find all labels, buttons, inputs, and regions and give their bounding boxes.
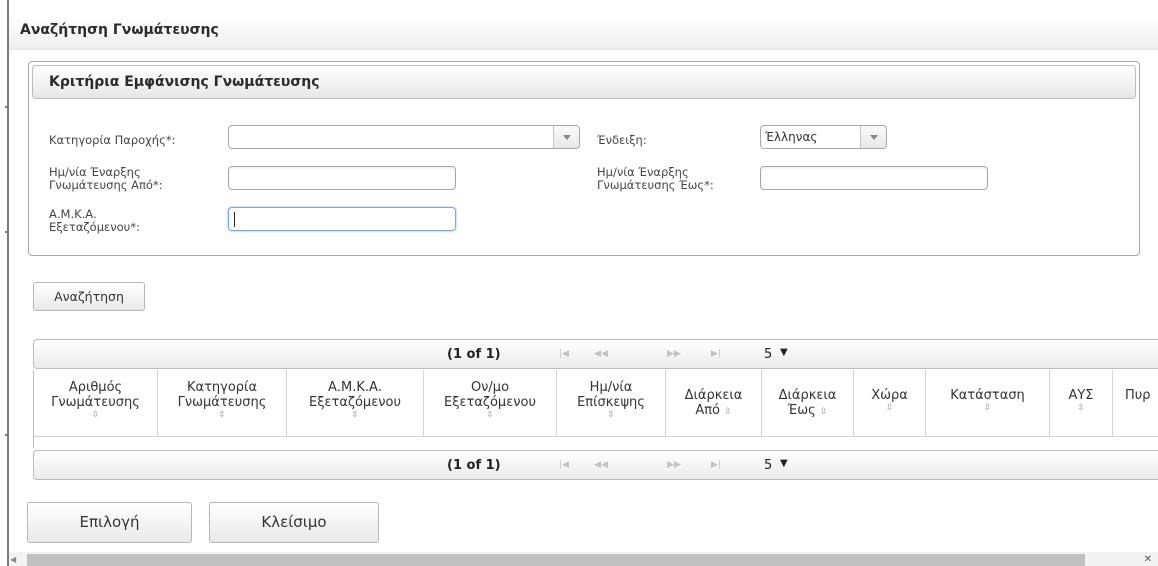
close-button[interactable]: Κλείσιμο <box>209 502 379 543</box>
sort-icon: ⇳ <box>819 407 828 417</box>
column-header-status[interactable]: Κατάσταση ⇳ <box>926 370 1050 436</box>
sort-icon: ⇳ <box>724 407 732 417</box>
scrollbar-thumb[interactable] <box>27 554 1085 566</box>
first-page-button[interactable]: |◀ <box>550 344 578 364</box>
column-header-ays[interactable]: ΑΥΣ ⇳ <box>1050 370 1113 436</box>
horizontal-scrollbar[interactable]: ◀ ✕ <box>9 552 1158 566</box>
column-header-pyr[interactable]: Πυρ <box>1113 370 1158 436</box>
dialog-title: Αναζήτηση Γνωμάτευσης <box>20 22 219 38</box>
table-empty-row <box>33 436 1158 448</box>
border-tick <box>5 231 9 233</box>
prev-page-button[interactable]: ◀◀ <box>587 344 615 364</box>
sort-icon: ⇳ <box>607 410 615 420</box>
sort-icon: ⇳ <box>91 410 100 420</box>
sort-icon: ⇳ <box>218 410 226 420</box>
amka-input[interactable] <box>228 207 456 231</box>
column-header-duration-from[interactable]: Διάρκεια Από ⇳ <box>666 370 762 436</box>
amka-label-line2: Εξεταζόμενου*: <box>49 220 140 234</box>
sort-icon: ⇳ <box>983 403 992 413</box>
criteria-legend-bar[interactable]: Κριτήρια Εμφάνισης Γνωμάτευσης <box>32 65 1136 99</box>
chevron-down-icon <box>870 135 878 140</box>
category-label: Κατηγορία Παροχής*: <box>49 133 176 147</box>
rows-per-page-dropdown-icon[interactable]: ▼ <box>780 347 788 358</box>
category-select[interactable] <box>228 125 580 149</box>
page-indicator: (1 of 1) <box>447 458 501 473</box>
text-cursor <box>234 212 235 227</box>
next-page-button[interactable]: ▶▶ <box>660 455 688 475</box>
dialog-header: Αναζήτηση Γνωμάτευσης <box>9 16 1158 50</box>
first-page-button[interactable]: |◀ <box>550 455 578 475</box>
page-indicator: (1 of 1) <box>447 347 501 362</box>
next-page-button[interactable]: ▶▶ <box>660 344 688 364</box>
column-header-visit-date[interactable]: Ημ/νία Επίσκεψης ⇳ <box>557 370 666 436</box>
sort-icon: ⇳ <box>1077 403 1085 413</box>
column-header-opinion-category[interactable]: Κατηγορία Γνωμάτευσης ⇳ <box>158 370 287 436</box>
select-button[interactable]: Επιλογή <box>27 502 192 543</box>
column-header-country[interactable]: Χώρα ⇳ <box>854 370 926 436</box>
date-to-label-line2: Γνωμάτευσης Έως*: <box>597 178 714 192</box>
indication-label: Ένδειξη: <box>597 133 647 147</box>
chevron-down-icon <box>563 135 571 140</box>
last-page-button[interactable]: ▶| <box>702 344 730 364</box>
resize-corner-icon[interactable]: ✕ <box>1144 554 1152 565</box>
last-page-button[interactable]: ▶| <box>702 455 730 475</box>
search-button[interactable]: Αναζήτηση <box>33 282 145 311</box>
search-criteria-panel: Κριτήρια Εμφάνισης Γνωμάτευσης Κατηγορία… <box>28 61 1140 256</box>
column-header-opinion-number[interactable]: Αριθμός Γνωμάτευσης ⇳ <box>34 370 158 436</box>
scroll-left-arrow-icon[interactable]: ◀ <box>10 555 16 564</box>
indication-select[interactable]: Έλληνας <box>760 125 887 149</box>
indication-select-value: Έλληνας <box>765 130 818 144</box>
criteria-legend-title: Κριτήρια Εμφάνισης Γνωμάτευσης <box>49 74 320 90</box>
date-from-label-line2: Γνωμάτευσης Από*: <box>49 178 163 192</box>
rows-per-page-value[interactable]: 5 <box>764 458 772 473</box>
sort-icon: ⇳ <box>351 410 359 420</box>
column-header-duration-to[interactable]: Διάρκεια Έως ⇳ <box>762 370 854 436</box>
rows-per-page-dropdown-icon[interactable]: ▼ <box>780 458 788 469</box>
column-header-patient-name[interactable]: Ον/μο Εξεταζόμενου ⇳ <box>424 370 557 436</box>
rows-per-page-value[interactable]: 5 <box>764 347 772 362</box>
date-from-input[interactable] <box>228 166 456 190</box>
sort-icon: ⇳ <box>885 403 894 413</box>
prev-page-button[interactable]: ◀◀ <box>587 455 615 475</box>
window-left-border <box>7 0 9 566</box>
date-to-input[interactable] <box>760 166 988 190</box>
column-header-amka[interactable]: Α.Μ.Κ.Α. Εξεταζόμενου ⇳ <box>287 370 424 436</box>
paginator-bottom: (1 of 1) |◀ ◀◀ ▶▶ ▶| 5 ▼ <box>33 450 1158 480</box>
border-tick <box>5 106 9 108</box>
border-tick <box>5 434 9 436</box>
sort-icon: ⇳ <box>486 410 494 420</box>
results-table-header: Αριθμός Γνωμάτευσης ⇳ Κατηγορία Γνωμάτευ… <box>33 370 1158 436</box>
indication-dropdown-trigger[interactable] <box>860 126 886 148</box>
category-dropdown-trigger[interactable] <box>553 126 579 148</box>
paginator-top: (1 of 1) |◀ ◀◀ ▶▶ ▶| 5 ▼ <box>33 339 1158 369</box>
